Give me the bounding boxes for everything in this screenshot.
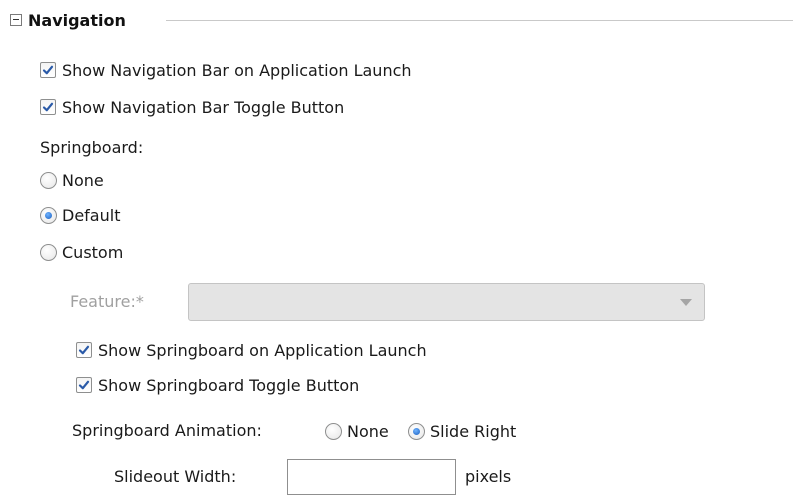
show-nav-bar-toggle-checkbox[interactable] — [40, 99, 56, 115]
show-springboard-toggle-option[interactable]: Show Springboard Toggle Button — [76, 373, 359, 397]
section-header[interactable]: Navigation — [10, 8, 126, 32]
show-springboard-on-launch-option[interactable]: Show Springboard on Application Launch — [76, 338, 427, 362]
feature-dropdown[interactable] — [188, 283, 705, 321]
show-springboard-toggle-checkbox[interactable] — [76, 377, 92, 393]
springboard-option-default[interactable]: Default — [40, 203, 120, 227]
animation-none-radio[interactable] — [325, 422, 342, 440]
springboard-default-radio[interactable] — [40, 206, 57, 224]
show-nav-bar-on-launch-checkbox[interactable] — [40, 62, 56, 78]
section-title: Navigation — [28, 10, 126, 30]
animation-slide-right-radio[interactable] — [408, 422, 425, 440]
animation-option-slide-right[interactable]: Slide Right — [408, 419, 516, 443]
show-springboard-on-launch-checkbox[interactable] — [76, 342, 92, 358]
animation-slide-right-label: Slide Right — [430, 421, 517, 441]
checkmark-icon — [42, 65, 54, 75]
springboard-custom-label: Custom — [62, 242, 124, 262]
show-nav-bar-on-launch-option[interactable]: Show Navigation Bar on Application Launc… — [40, 58, 412, 82]
springboard-none-radio[interactable] — [40, 171, 57, 189]
animation-option-none[interactable]: None — [325, 419, 389, 443]
springboard-default-label: Default — [62, 205, 121, 225]
slideout-width-unit: pixels — [465, 467, 512, 486]
springboard-custom-radio[interactable] — [40, 243, 57, 261]
animation-none-label: None — [347, 421, 389, 441]
checkmark-icon — [78, 380, 90, 390]
feature-label: Feature:* — [70, 292, 144, 311]
checkmark-icon — [78, 345, 90, 355]
show-nav-bar-toggle-label: Show Navigation Bar Toggle Button — [62, 97, 345, 117]
springboard-option-custom[interactable]: Custom — [40, 240, 123, 264]
springboard-animation-label: Springboard Animation: — [72, 421, 262, 440]
chevron-down-icon — [680, 299, 692, 306]
section-divider — [166, 20, 793, 21]
show-springboard-on-launch-label: Show Springboard on Application Launch — [98, 340, 427, 360]
springboard-none-label: None — [62, 170, 104, 190]
show-springboard-toggle-label: Show Springboard Toggle Button — [98, 375, 360, 395]
springboard-option-none[interactable]: None — [40, 168, 104, 192]
show-nav-bar-toggle-option[interactable]: Show Navigation Bar Toggle Button — [40, 95, 344, 119]
slideout-width-label: Slideout Width: — [114, 467, 237, 486]
slideout-width-input[interactable] — [287, 459, 456, 495]
collapse-icon[interactable] — [10, 14, 22, 26]
springboard-label: Springboard: — [40, 138, 144, 157]
checkmark-icon — [42, 102, 54, 112]
show-nav-bar-on-launch-label: Show Navigation Bar on Application Launc… — [62, 60, 412, 80]
